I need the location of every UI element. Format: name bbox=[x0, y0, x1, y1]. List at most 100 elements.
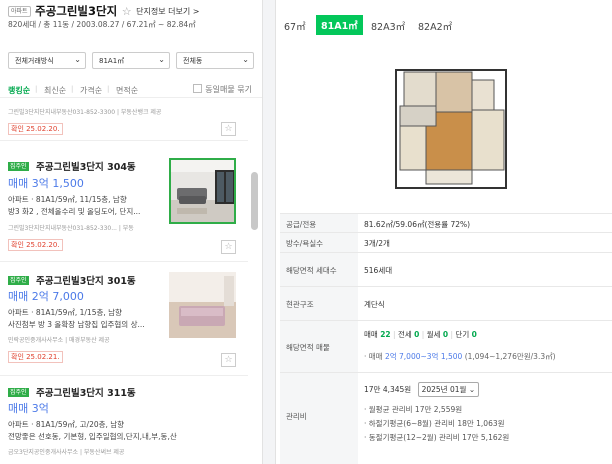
listing-card[interactable]: 집주인 주공그린빌3단지 311동 매매 3억 아파트 · 81A1/59㎡, … bbox=[0, 376, 248, 464]
agency-text: 그린빌3단지단지내부동산031-852-330... | 부동 bbox=[8, 225, 134, 232]
agency-text: 민락공인중개사사무소 | 매경부동산 제공 bbox=[8, 337, 110, 344]
sort-latest[interactable]: 최신순 bbox=[44, 85, 66, 96]
label-cell: 현관구조 bbox=[280, 287, 358, 320]
sort-bar: 랭킹순 | 최신순 | 가격순 | 면적순 동일매물 묶기 bbox=[0, 80, 262, 98]
listing-card[interactable]: 그린빌3단지단지내부동산031-852-3300 | 부동산뱅크 제공 확인 2… bbox=[0, 99, 248, 141]
row-listings: 해당면적 매물 매매 22 | 전세 0 | 월세 0 | 단기 0 · 매매 bbox=[280, 321, 612, 373]
listing-title[interactable]: 주공그린빌3단지 311동 bbox=[36, 385, 136, 399]
maintenance-total-value: 17만 4,345원 bbox=[364, 385, 412, 394]
living-room-image bbox=[171, 160, 234, 222]
listing-price: 매매 2억 7,000 bbox=[8, 290, 84, 303]
favorite-square-icon[interactable]: ☆ bbox=[221, 240, 236, 254]
apartment-name: 주공그린빌3단지 bbox=[35, 4, 118, 18]
price-range-value: 2억 7,000~3억 1,500 bbox=[384, 352, 463, 361]
maintenance-summer: · 하절기평균(6~8월) 관리비 18만 1,063원 bbox=[364, 419, 505, 428]
listing-list: 그린빌3단지단지내부동산031-852-3300 | 부동산뱅크 제공 확인 2… bbox=[0, 99, 248, 464]
row-households: 해당면적 세대수 516세대 bbox=[280, 253, 612, 287]
sort-divider: | bbox=[35, 85, 38, 93]
sort-divider: | bbox=[107, 85, 110, 93]
wolse-count[interactable]: 0 bbox=[443, 330, 448, 339]
detail-panel: 67㎡ 81A1㎡ 82A3㎡ 82A2㎡ 공급/전용 81.62㎡/59.06… bbox=[276, 0, 612, 464]
trade-type-select[interactable]: 전체거래방식 ⌄ bbox=[8, 52, 86, 69]
listing-card[interactable]: 집주인 주공그린빌3단지 301동 매매 2억 7,000 아파트 · 81A1… bbox=[0, 262, 248, 376]
month-select-label: 2025년 01월 bbox=[421, 385, 467, 394]
listing-price: 매매 3억 1,500 bbox=[8, 177, 84, 190]
row-label: 관리비 bbox=[286, 412, 307, 421]
complex-info-link[interactable]: 단지정보 더보기 > bbox=[136, 7, 199, 16]
label-cell: 방수/욕실수 bbox=[280, 233, 358, 252]
sort-divider: | bbox=[71, 85, 74, 93]
area-label: 81A1㎡ bbox=[99, 57, 125, 65]
month-select[interactable]: 2025년 01월 ⌄ bbox=[417, 382, 480, 397]
listing-spec: 아파트 · 81A1/59㎡, 1/15층, 남향 bbox=[8, 308, 122, 317]
building-label: 전체동 bbox=[183, 57, 203, 65]
row-label: 공급/전용 bbox=[286, 220, 317, 229]
listing-panel: 아파트 주공그린빌3단지 ☆ 단지정보 더보기 > 820세대 / 총 11동 … bbox=[0, 0, 262, 464]
listing-spec: 아파트 · 81A1/59㎡, 11/15층, 남향 bbox=[8, 195, 127, 204]
floor-plan-image[interactable] bbox=[386, 64, 511, 194]
listing-photo[interactable] bbox=[169, 158, 236, 224]
area-select[interactable]: 81A1㎡ ⌄ bbox=[92, 52, 170, 69]
sort-price[interactable]: 가격순 bbox=[80, 85, 102, 96]
sale-count[interactable]: 22 bbox=[380, 330, 390, 339]
tab-area-82a3[interactable]: 82A3㎡ bbox=[371, 19, 405, 33]
owner-badge: 집주인 bbox=[8, 388, 29, 397]
label-cell: 공급/전용 bbox=[280, 214, 358, 232]
checkbox-box bbox=[193, 84, 203, 93]
favorite-star-icon[interactable]: ☆ bbox=[122, 5, 132, 18]
sale-label: 매매 bbox=[364, 330, 378, 339]
scrollbar-track[interactable] bbox=[250, 99, 258, 464]
listing-card[interactable]: 집주인 주공그린빌3단지 304동 매매 3억 1,500 아파트 · 81A1… bbox=[0, 144, 248, 262]
jeonse-count[interactable]: 0 bbox=[414, 330, 419, 339]
panel-divider bbox=[262, 0, 276, 464]
maintenance-total: 17만 4,345원 2025년 01월 ⌄ bbox=[364, 382, 480, 397]
sort-ranking[interactable]: 랭킹순 bbox=[8, 85, 30, 96]
maintenance-average: · 월평균 관리비 17만 2,559원 bbox=[364, 405, 463, 414]
listing-description: 방3 화2 , 전체올수리 및 올딩도어, 단지... bbox=[8, 207, 141, 216]
short-term-count[interactable]: 0 bbox=[472, 330, 477, 339]
row-label: 해당면적 매물 bbox=[286, 343, 330, 352]
row-supply: 공급/전용 81.62㎡/59.06㎡(전용률 72%) bbox=[280, 213, 612, 233]
price-range-prefix: · 매매 bbox=[364, 352, 383, 361]
listing-photo[interactable] bbox=[169, 272, 236, 338]
entrance-value: 계단식 bbox=[364, 300, 385, 309]
listing-title[interactable]: 주공그린빌3단지 304동 bbox=[36, 159, 136, 173]
apartment-header: 아파트 주공그린빌3단지 ☆ 단지정보 더보기 > bbox=[8, 3, 258, 19]
row-entrance: 현관구조 계단식 bbox=[280, 287, 612, 321]
sort-area[interactable]: 면적순 bbox=[116, 85, 138, 96]
chevron-down-icon: ⌄ bbox=[158, 55, 165, 64]
price-range: · 매매 2억 7,000~3억 1,500 (1,094~1,276만원/3.… bbox=[364, 351, 556, 362]
short-term-label: 단기 bbox=[455, 330, 470, 339]
group-same-listing-label: 동일매물 묶기 bbox=[205, 85, 252, 94]
chevron-down-icon: ⌄ bbox=[242, 55, 249, 64]
listing-description: 전망좋은 선호동, 기본형, 입주일협의,단지,내,부,동,산 bbox=[8, 432, 177, 441]
price-per-area: (1,094~1,276만원/3.3㎡) bbox=[464, 352, 556, 361]
row-label: 현관구조 bbox=[286, 300, 314, 309]
area-tabs: 67㎡ 81A1㎡ 82A3㎡ 82A2㎡ bbox=[276, 12, 612, 36]
listing-price: 매매 3억 bbox=[8, 402, 49, 415]
property-type-badge: 아파트 bbox=[8, 5, 31, 17]
tab-area-82a2[interactable]: 82A2㎡ bbox=[418, 19, 452, 33]
label-cell: 해당면적 세대수 bbox=[280, 253, 358, 286]
filter-bar: 전체거래방식 ⌄ 81A1㎡ ⌄ 전체동 ⌄ bbox=[8, 52, 254, 69]
chevron-down-icon: ⌄ bbox=[74, 55, 81, 64]
listing-description: 사진첨부 방 3 올확장 남향집 입주협의 상... bbox=[8, 320, 145, 329]
listing-title[interactable]: 주공그린빌3단지 301동 bbox=[36, 273, 136, 287]
listing-spec: 아파트 · 81A1/59㎡, 고/20층, 남향 bbox=[8, 420, 125, 429]
tab-area-81a1[interactable]: 81A1㎡ bbox=[316, 15, 363, 35]
row-label: 방수/욕실수 bbox=[286, 239, 324, 248]
tab-area-67[interactable]: 67㎡ bbox=[284, 19, 306, 33]
favorite-square-icon[interactable]: ☆ bbox=[221, 353, 236, 367]
scrollbar-thumb[interactable] bbox=[251, 172, 258, 230]
label-cell: 해당면적 매물 bbox=[280, 321, 358, 372]
owner-badge: 집주인 bbox=[8, 276, 29, 285]
apartment-summary: 820세대 / 총 11동 / 2003.08.27 / 67.21㎡ ~ 82… bbox=[8, 20, 196, 29]
building-select[interactable]: 전체동 ⌄ bbox=[176, 52, 254, 69]
listing-counts: 매매 22 | 전세 0 | 월세 0 | 단기 0 bbox=[364, 329, 477, 340]
bedroom-image bbox=[169, 272, 236, 338]
favorite-square-icon[interactable]: ☆ bbox=[221, 122, 236, 136]
trade-type-label: 전체거래방식 bbox=[15, 57, 54, 65]
row-label: 해당면적 세대수 bbox=[286, 266, 337, 275]
group-same-listing-checkbox[interactable]: 동일매물 묶기 bbox=[193, 84, 252, 95]
owner-badge: 집주인 bbox=[8, 162, 29, 171]
